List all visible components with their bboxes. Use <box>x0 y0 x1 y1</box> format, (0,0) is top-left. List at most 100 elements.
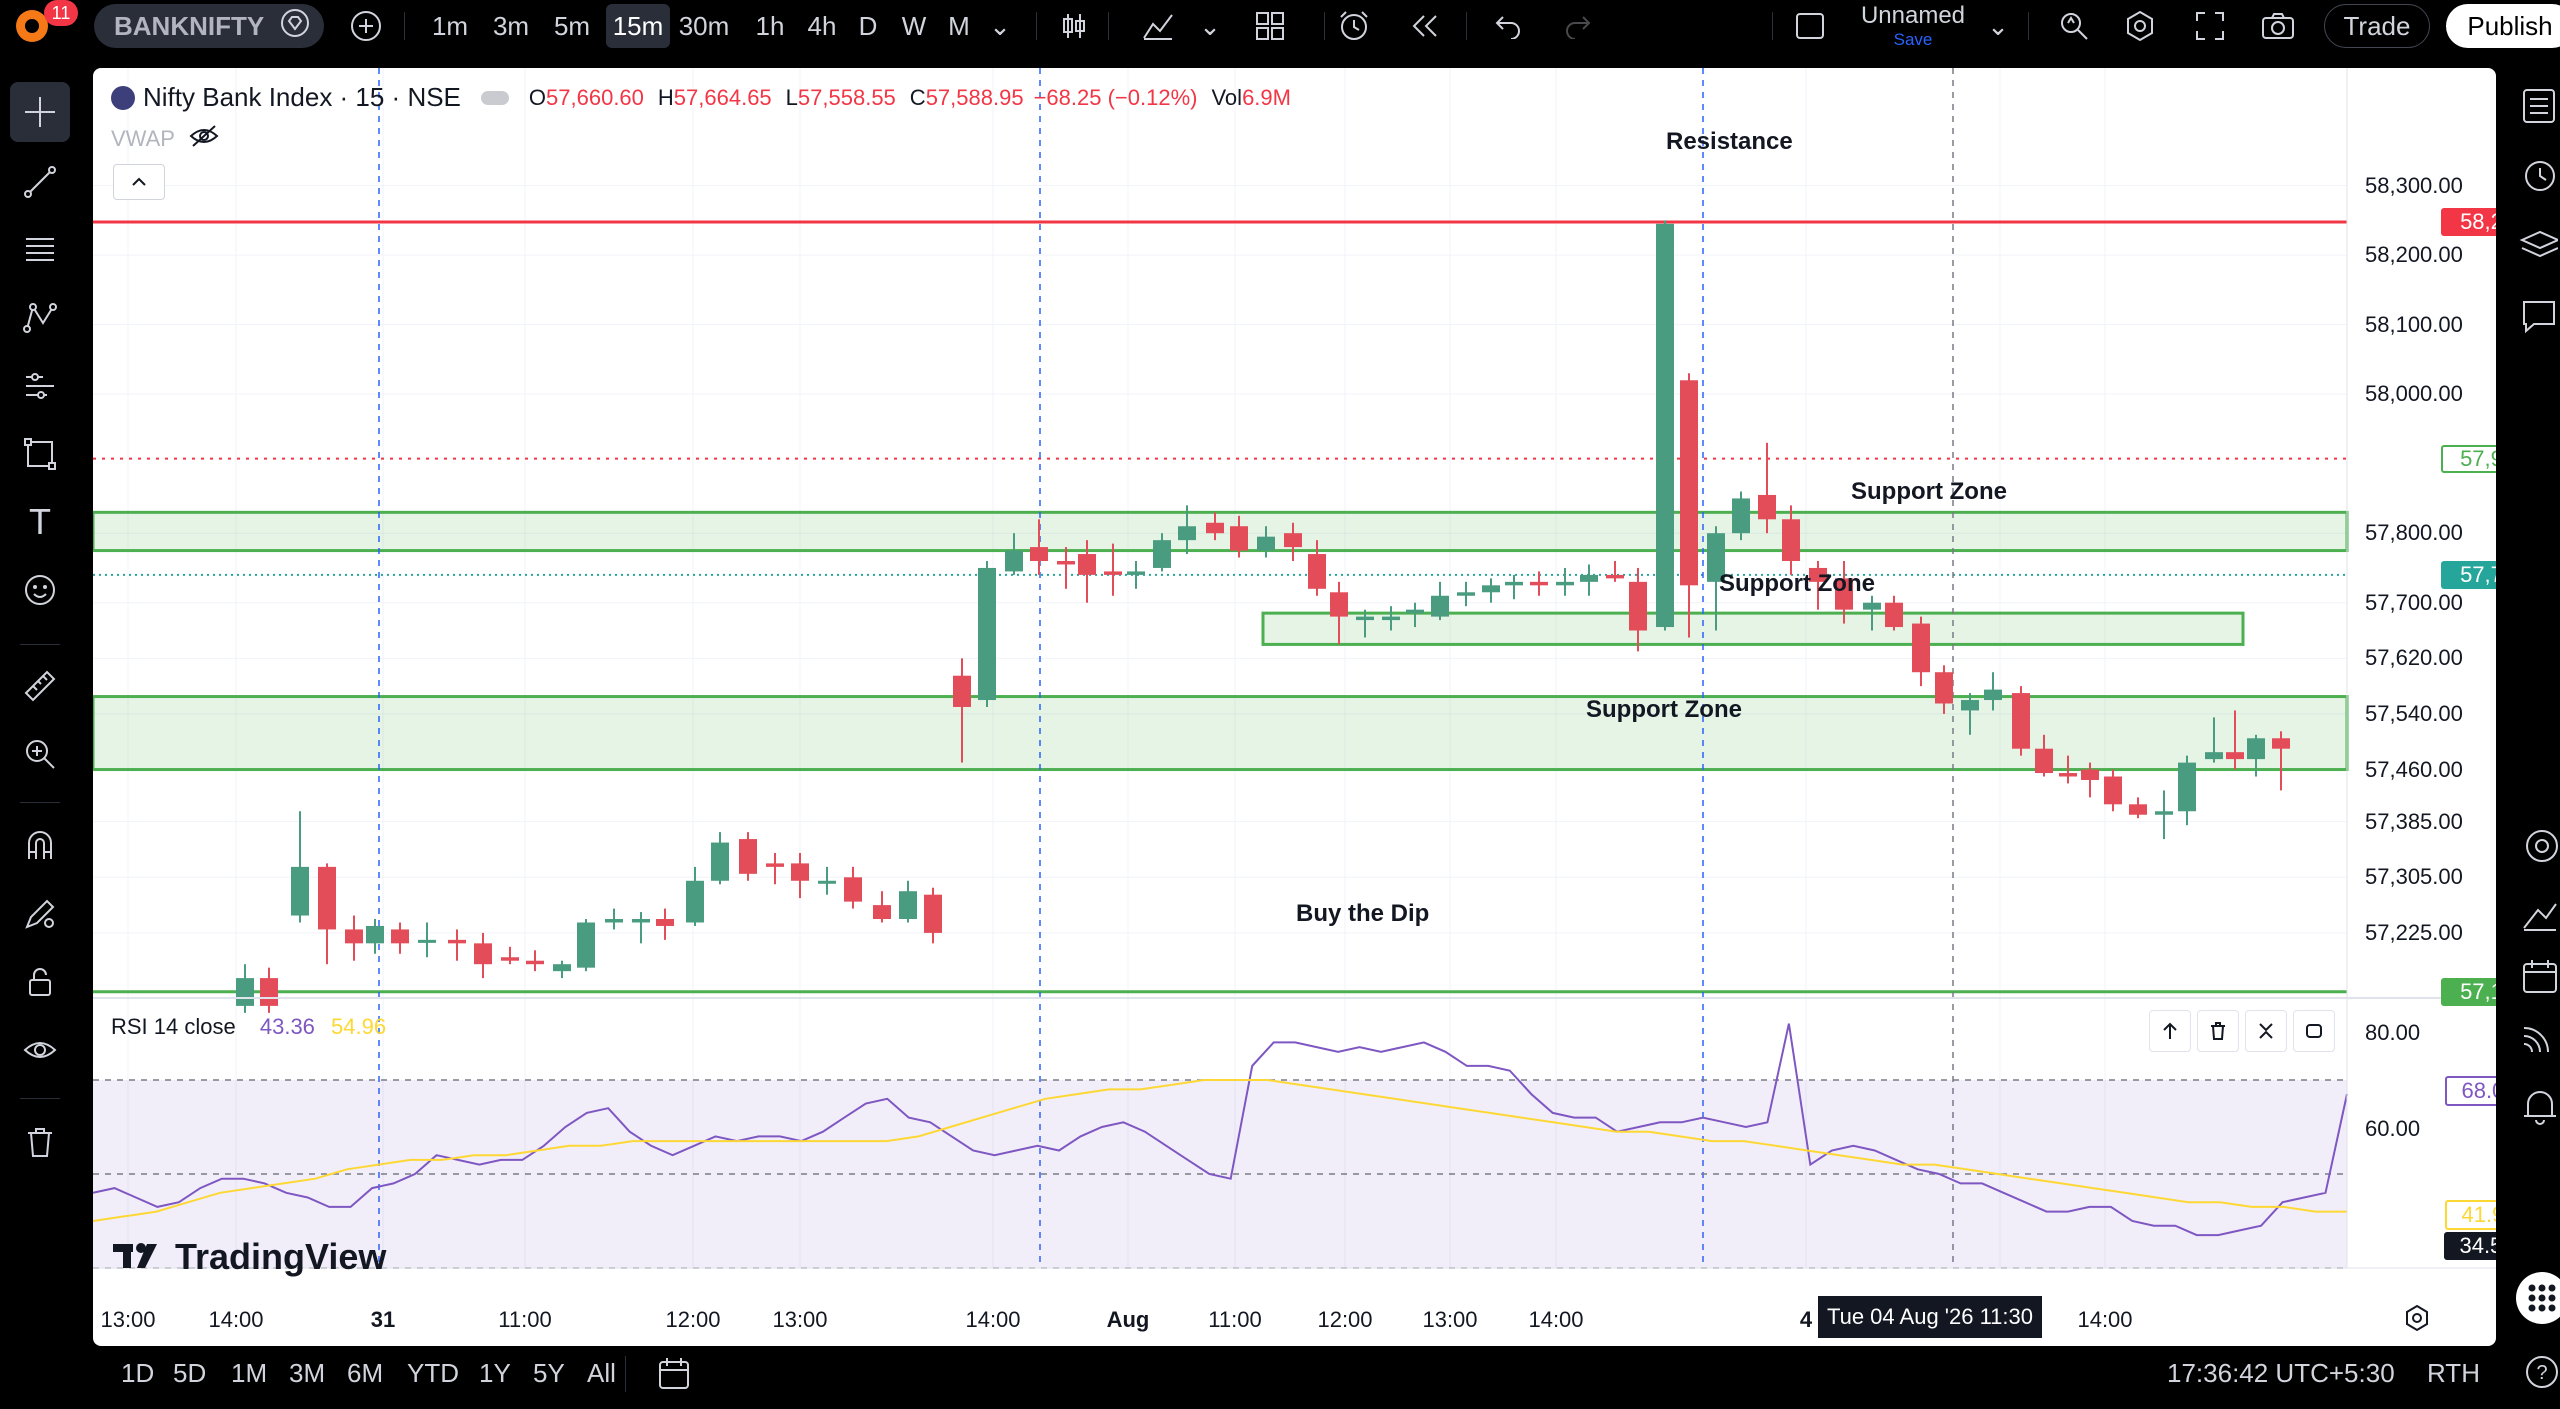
chat-icon[interactable] <box>2518 296 2558 341</box>
candle[interactable] <box>1606 560 1624 582</box>
collapse-pane-icon[interactable] <box>2245 1010 2287 1052</box>
layout-grid-icon[interactable] <box>1248 4 1292 48</box>
vwap-legend[interactable]: VWAP <box>111 124 219 154</box>
range-button-5D[interactable]: 5D <box>173 1358 206 1389</box>
candle[interactable] <box>1482 578 1500 603</box>
candle[interactable] <box>236 964 254 1013</box>
candle[interactable] <box>318 863 336 965</box>
resistance-label[interactable]: Resistance <box>1666 128 1793 156</box>
broadcast-icon[interactable] <box>2518 1016 2558 1061</box>
chart-area[interactable]: Nifty Bank Index · 15 · NSE O 57,660.60 … <box>93 68 2496 1346</box>
candle[interactable] <box>2129 797 2147 819</box>
notification-badge[interactable]: 11 <box>44 0 78 26</box>
move-pane-up-icon[interactable] <box>2149 1010 2191 1052</box>
candle[interactable] <box>1127 560 1145 589</box>
candle[interactable] <box>1505 574 1523 600</box>
candle[interactable] <box>978 560 996 707</box>
text-tool-icon[interactable]: T <box>10 492 70 552</box>
time-scale-settings-icon[interactable] <box>2403 1304 2431 1337</box>
range-button-6M[interactable]: 6M <box>347 1358 383 1389</box>
candle[interactable] <box>766 852 784 885</box>
hidden-eye-icon[interactable] <box>189 124 219 154</box>
trend-line-icon[interactable] <box>10 152 70 212</box>
candle[interactable] <box>474 932 492 979</box>
interval-button-3m[interactable]: 3m <box>484 4 538 48</box>
interval-button-M[interactable]: M <box>940 4 978 48</box>
publish-button[interactable]: Publish <box>2446 4 2560 48</box>
indicators-dropdown-icon[interactable]: ⌄ <box>1194 4 1226 48</box>
save-label[interactable]: Save <box>1848 30 1978 50</box>
settings-icon[interactable] <box>2118 4 2162 48</box>
candle[interactable] <box>2155 790 2173 840</box>
candle[interactable] <box>366 919 384 954</box>
range-button-All[interactable]: All <box>587 1358 616 1389</box>
camera-icon[interactable] <box>2256 4 2300 48</box>
interval-button-30m[interactable]: 30m <box>670 4 738 48</box>
maximize-pane-icon[interactable] <box>2293 1010 2335 1052</box>
rsi-legend[interactable]: RSI 14 close 43.36 54.96 <box>111 1014 386 1040</box>
candle[interactable] <box>1656 220 1674 631</box>
candle[interactable] <box>1580 564 1598 596</box>
shapes-icon[interactable] <box>10 424 70 484</box>
candle[interactable] <box>1912 616 1930 687</box>
candle[interactable] <box>2178 755 2196 826</box>
candle[interactable] <box>391 922 409 954</box>
forecast-icon[interactable] <box>10 356 70 416</box>
draw-mode-icon[interactable] <box>10 884 70 944</box>
indicators-icon[interactable] <box>1136 4 1180 48</box>
support-zone-label-1[interactable]: Support Zone <box>1851 478 2007 506</box>
redo-icon[interactable] <box>1556 4 1600 48</box>
candle[interactable] <box>2104 769 2122 812</box>
interval-dropdown-icon[interactable]: ⌄ <box>982 4 1018 48</box>
range-button-3M[interactable]: 3M <box>289 1358 325 1389</box>
candle[interactable] <box>818 866 836 895</box>
help-icon[interactable]: ? <box>2518 1352 2558 1397</box>
candle[interactable] <box>791 852 809 899</box>
candle[interactable] <box>448 929 466 961</box>
market-status-icon[interactable] <box>480 90 509 105</box>
candle[interactable] <box>899 880 917 923</box>
layers-icon[interactable] <box>2518 226 2560 271</box>
interval-button-4h[interactable]: 4h <box>800 4 844 48</box>
candle[interactable] <box>526 950 544 972</box>
range-button-1D[interactable]: 1D <box>121 1358 154 1389</box>
trash-icon[interactable] <box>10 1112 70 1172</box>
candle[interactable] <box>2012 686 2030 756</box>
emoji-icon[interactable] <box>10 560 70 620</box>
interval-button-W[interactable]: W <box>894 4 934 48</box>
fib-retracement-icon[interactable] <box>10 220 70 280</box>
layout-dropdown-icon[interactable]: ⌄ <box>1982 4 2014 48</box>
candle[interactable] <box>501 946 519 965</box>
target-icon[interactable] <box>2518 826 2558 871</box>
candle[interactable] <box>873 891 891 923</box>
candle[interactable] <box>1431 581 1449 621</box>
quick-search-icon[interactable] <box>2052 4 2096 48</box>
candle[interactable] <box>711 832 729 885</box>
candle[interactable] <box>345 915 363 961</box>
support-zone-label-3[interactable]: Support Zone <box>1586 696 1742 724</box>
support-zone-2[interactable] <box>1261 611 2245 646</box>
undo-icon[interactable] <box>1486 4 1530 48</box>
zoom-in-icon[interactable] <box>10 724 70 784</box>
interval-button-15m[interactable]: 15m <box>606 4 670 48</box>
candle[interactable] <box>632 912 650 944</box>
candle[interactable] <box>1885 595 1903 631</box>
range-button-1M[interactable]: 1M <box>231 1358 267 1389</box>
candle[interactable] <box>1732 491 1750 541</box>
range-button-5Y[interactable]: 5Y <box>533 1358 565 1389</box>
candle[interactable] <box>924 887 942 944</box>
delete-pane-icon[interactable] <box>2197 1010 2239 1052</box>
crosshair-icon[interactable] <box>10 82 70 142</box>
ruler-icon[interactable] <box>10 656 70 716</box>
session-toggle[interactable]: RTH <box>2427 1358 2480 1389</box>
alerts-clock-icon[interactable] <box>2518 156 2558 201</box>
fullscreen-icon[interactable] <box>2188 4 2232 48</box>
candle[interactable] <box>577 919 595 972</box>
candle[interactable] <box>739 832 757 881</box>
candle[interactable] <box>418 922 436 958</box>
layout-name[interactable]: Unnamed Save <box>1848 2 1978 50</box>
collapse-legend-button[interactable] <box>113 164 165 200</box>
candle[interactable] <box>1057 547 1075 589</box>
legend-title[interactable]: Nifty Bank Index · 15 · NSE <box>143 82 461 113</box>
pattern-icon[interactable] <box>10 288 70 348</box>
